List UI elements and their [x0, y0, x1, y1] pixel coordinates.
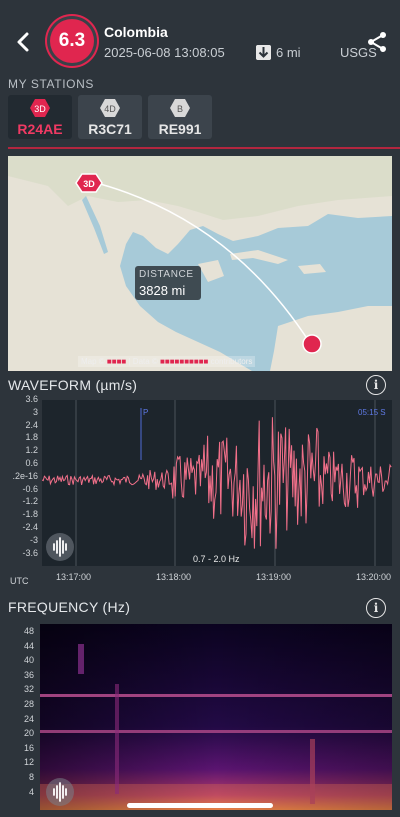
station-type-hex-icon: 3D	[30, 99, 50, 117]
frequency-title: FREQUENCY (Hz)	[8, 599, 131, 615]
frequency-y-tick: 24	[23, 713, 34, 724]
frequency-y-tick: 28	[23, 699, 34, 709]
audio-play-button[interactable]	[46, 778, 74, 806]
waveform-y-tick: -2.4	[22, 522, 38, 532]
spectrogram-chart	[40, 624, 392, 810]
frequency-y-tick: 44	[23, 640, 34, 651]
waveform-y-tick: -3	[29, 534, 38, 545]
sound-wave-icon	[53, 782, 67, 802]
p-wave-label: P	[143, 408, 148, 417]
svg-text:3D: 3D	[34, 104, 46, 114]
waveform-x-unit: UTC	[10, 576, 29, 586]
magnitude-badge: 6.3	[50, 19, 94, 63]
station-type-hex-icon: B	[170, 99, 190, 117]
station-tab-re991[interactable]: B RE991	[148, 95, 212, 139]
event-map[interactable]: 3D	[8, 156, 392, 371]
waveform-trace	[41, 417, 392, 549]
share-icon[interactable]	[366, 31, 388, 53]
waveform-y-tick: -1.8	[22, 509, 38, 520]
frequency-y-tick: 48	[23, 626, 34, 636]
waveform-chart: P 05:15 S	[41, 400, 392, 566]
frequency-y-tick: 8	[28, 772, 34, 782]
back-arrow-icon[interactable]	[10, 28, 38, 56]
waveform-info-icon[interactable]: i	[366, 375, 386, 395]
frequency-y-tick: 16	[23, 742, 34, 753]
frequency-y-tick: 32	[23, 684, 34, 695]
waveform-y-tick: -3.6	[22, 547, 38, 558]
event-datetime: 2025-06-08 13:08:05	[104, 45, 225, 60]
s-wave-label: 05:15 S	[358, 408, 386, 417]
spectral-band	[40, 694, 392, 697]
station-name: R24AE	[17, 121, 63, 137]
filter-label: 0.7 - 2.0 Hz	[193, 554, 240, 564]
waveform-x-tick: 13:17:00	[56, 572, 92, 582]
station-name: RE991	[158, 121, 202, 137]
waveform-plot[interactable]: P 05:15 S	[41, 400, 392, 566]
waveform-y-tick: 0.6	[25, 458, 38, 468]
frequency-y-tick: 36	[23, 669, 34, 680]
station-tab-r3c71[interactable]: 4D R3C71	[78, 95, 142, 139]
magnitude-value: 6.3	[58, 30, 86, 51]
waveform-y-tick: -0.6	[22, 483, 38, 494]
map-graphic: 3D	[8, 156, 392, 371]
waveform-x-tick: 13:18:00	[156, 572, 192, 582]
frequency-info-icon[interactable]: i	[366, 598, 386, 618]
event-depth: 6 mi	[276, 45, 301, 60]
svg-text:3D: 3D	[83, 179, 95, 189]
waveform-y-tick: 2.4	[25, 419, 38, 430]
audio-play-button[interactable]	[46, 533, 74, 561]
epicenter-marker	[302, 334, 322, 354]
waveform-y-tick: .2e-16	[12, 470, 38, 481]
frequency-y-tick: 12	[23, 757, 34, 768]
waveform-title: WAVEFORM (µm/s)	[8, 377, 138, 393]
frequency-y-tick: 20	[23, 728, 34, 739]
depth-arrow-icon	[256, 45, 271, 60]
spectral-band	[40, 730, 392, 733]
sound-wave-icon	[53, 537, 67, 557]
waveform-y-tick: -1.2	[22, 496, 38, 507]
waveform-x-tick: 13:19:00	[256, 572, 292, 582]
station-name: R3C71	[88, 121, 132, 137]
svg-text:4D: 4D	[104, 104, 116, 114]
section-divider	[8, 147, 400, 149]
distance-value: 3828 mi	[139, 283, 186, 298]
frequency-y-tick: 4	[28, 786, 34, 797]
stations-section-title: MY STATIONS	[8, 77, 94, 91]
waveform-y-tick: 1.2	[25, 445, 38, 456]
spectrogram-plot[interactable]	[40, 624, 392, 810]
distance-label: DISTANCE	[139, 269, 194, 280]
svg-text:B: B	[177, 104, 183, 114]
station-type-hex-icon: 4D	[100, 99, 120, 117]
waveform-y-tick: 3.6	[25, 394, 38, 404]
waveform-x-tick: 13:20:00	[356, 572, 392, 582]
home-indicator	[127, 803, 273, 808]
map-attribution[interactable]: Map © ■■■■ | Data © ■■■■■■■■■■ contribut…	[78, 356, 256, 367]
event-place: Colombia	[104, 24, 168, 40]
station-tab-r24ae[interactable]: 3D R24AE	[8, 95, 72, 139]
waveform-y-tick: 1.8	[25, 432, 38, 443]
waveform-y-tick: 3	[32, 406, 38, 417]
frequency-y-tick: 40	[23, 655, 34, 666]
